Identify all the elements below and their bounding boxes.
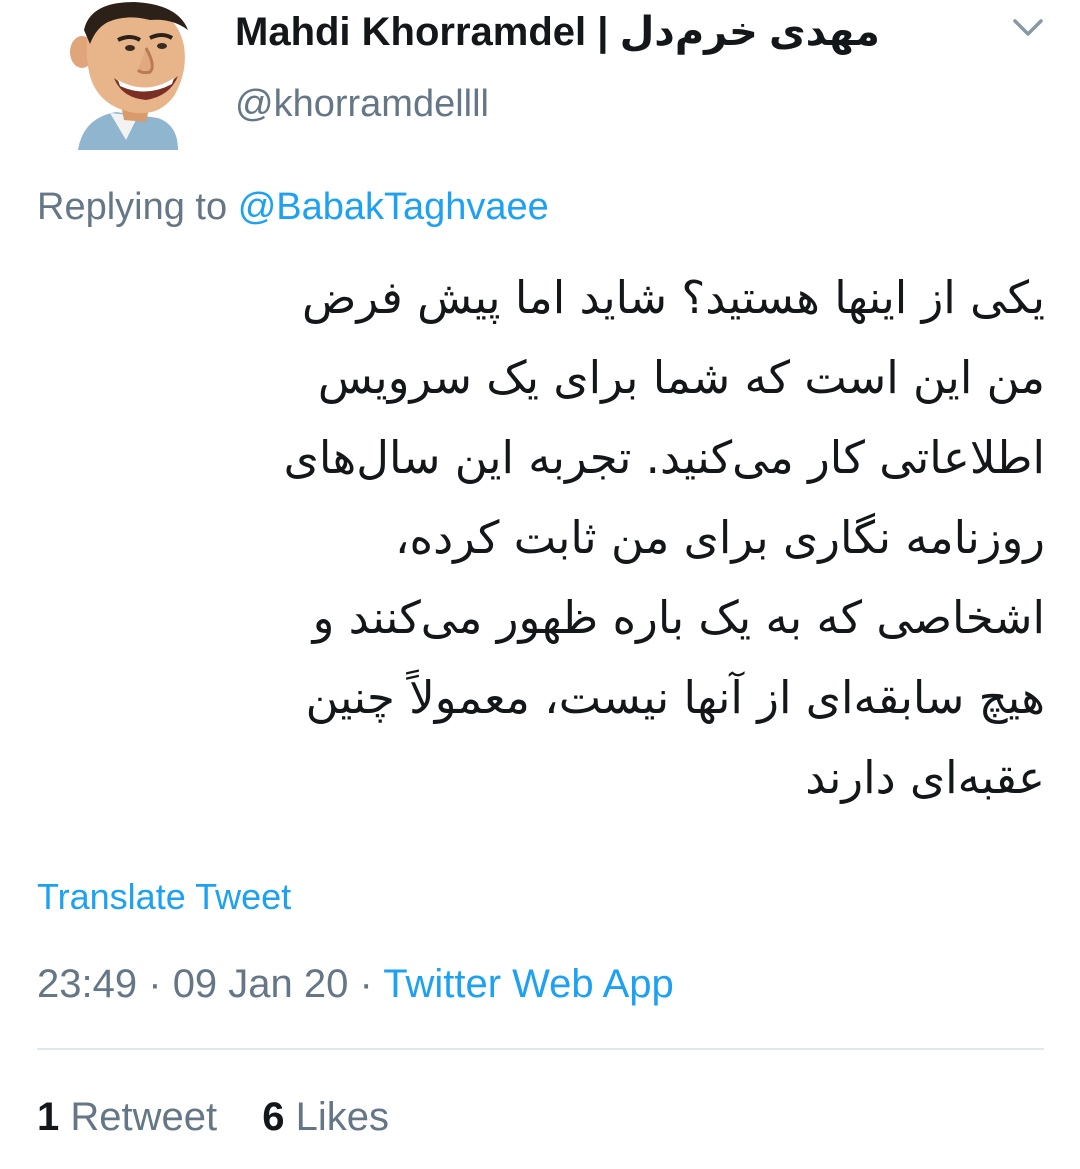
meta-separator: ·: [359, 962, 373, 1006]
tweet-text-line: اطلاعاتی کار می‌کنید. تجربه این سال‌های: [283, 431, 1045, 484]
caricature-avatar-icon: [70, 2, 188, 150]
likes-label: Likes: [295, 1095, 390, 1139]
tweet-text-line: اشخاصی که به یک باره ظهور می‌کنند و: [312, 591, 1045, 644]
replying-to-label: Replying to: [37, 186, 228, 228]
replying-to: Replying to @BabakTaghvaee: [37, 182, 549, 232]
tweet-text: یکی از اینها هستید؟ شاید اما پیش فرض من …: [60, 258, 1045, 818]
tweet-text-line: عقبه‌ای دارند: [805, 751, 1045, 804]
divider: [37, 1048, 1044, 1050]
tweet-metadata: 23:49 · 09 Jan 20 · Twitter Web App: [37, 958, 674, 1010]
tweet-time: 23:49: [37, 962, 138, 1006]
avatar[interactable]: [38, 0, 198, 150]
retweets-label: Retweet: [70, 1095, 218, 1139]
chevron-down-icon[interactable]: [1012, 16, 1044, 40]
tweet-source-link[interactable]: Twitter Web App: [383, 962, 674, 1006]
translate-tweet-link[interactable]: Translate Tweet: [37, 874, 291, 920]
tweet-text-line: هیچ سابقه‌ای از آنها نیست، معمولاً چنین: [305, 671, 1045, 724]
likes-count: 6: [262, 1095, 285, 1139]
reply-mention-link[interactable]: @BabakTaghvaee: [238, 186, 549, 228]
retweets-count: 1: [37, 1095, 60, 1139]
tweet-text-line: من این است که شما برای یک سرویس: [317, 351, 1045, 404]
tweet-text-line: روزنامه نگاری برای من ثابت کرده،: [395, 511, 1045, 564]
meta-separator: ·: [148, 962, 162, 1006]
author-handle[interactable]: @khorramdellll: [235, 80, 489, 128]
retweets-stat[interactable]: 1 Retweet: [37, 1095, 217, 1139]
engagement-stats: 1 Retweet 6 Likes: [37, 1091, 389, 1143]
likes-stat[interactable]: 6 Likes: [262, 1095, 389, 1139]
tweet-text-line: یکی از اینها هستید؟ شاید اما پیش فرض: [302, 271, 1045, 324]
tweet-date: 09 Jan 20: [172, 962, 349, 1006]
author-display-name[interactable]: Mahdi Khorramdel | مهدی خرم‌دل: [235, 8, 880, 56]
